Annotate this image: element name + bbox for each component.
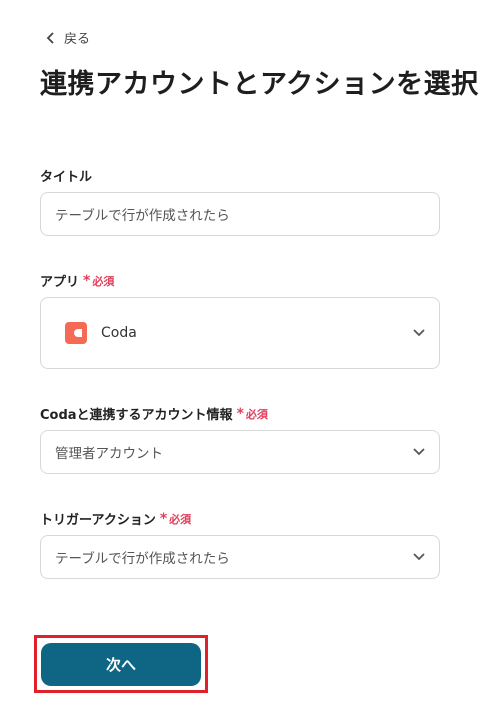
trigger-label-text: トリガーアクション xyxy=(40,513,156,528)
page-title: 連携アカウントとアクションを選択 xyxy=(40,69,479,100)
coda-logo-icon xyxy=(65,322,87,344)
chevron-down-icon xyxy=(413,553,425,561)
chevron-left-icon xyxy=(46,31,54,44)
back-label: 戻る xyxy=(64,32,91,47)
title-input-value: テーブルで行が作成されたら xyxy=(55,208,230,224)
required-badge: * 必須 xyxy=(83,272,115,289)
back-link[interactable]: 戻る xyxy=(46,28,90,47)
required-badge: * 必須 xyxy=(236,405,268,422)
account-field-label: Codaと連携するアカウント情報 * 必須 xyxy=(40,404,268,424)
chevron-down-icon xyxy=(413,448,425,456)
trigger-field-label: トリガーアクション * 必須 xyxy=(40,509,192,529)
required-text: 必須 xyxy=(245,407,268,421)
title-field-label: タイトル xyxy=(40,166,92,185)
account-label-text: Codaと連携するアカウント情報 xyxy=(40,408,233,423)
app-select[interactable]: Coda xyxy=(40,297,440,369)
account-select-value: 管理者アカウント xyxy=(55,446,163,462)
title-label-text: タイトル xyxy=(40,170,93,185)
app-label-text: アプリ xyxy=(40,275,80,290)
trigger-select-value: テーブルで行が作成されたら xyxy=(55,551,230,567)
trigger-select[interactable]: テーブルで行が作成されたら xyxy=(40,535,440,579)
next-button[interactable]: 次へ xyxy=(41,643,201,686)
account-select[interactable]: 管理者アカウント xyxy=(40,430,440,474)
required-text: 必須 xyxy=(92,274,115,288)
app-select-value: Coda xyxy=(101,325,137,341)
chevron-down-icon xyxy=(413,329,425,337)
required-text: 必須 xyxy=(169,512,192,526)
required-badge: * 必須 xyxy=(159,510,192,527)
app-field-label: アプリ * 必須 xyxy=(40,271,115,291)
title-input[interactable]: テーブルで行が作成されたら xyxy=(40,192,440,236)
